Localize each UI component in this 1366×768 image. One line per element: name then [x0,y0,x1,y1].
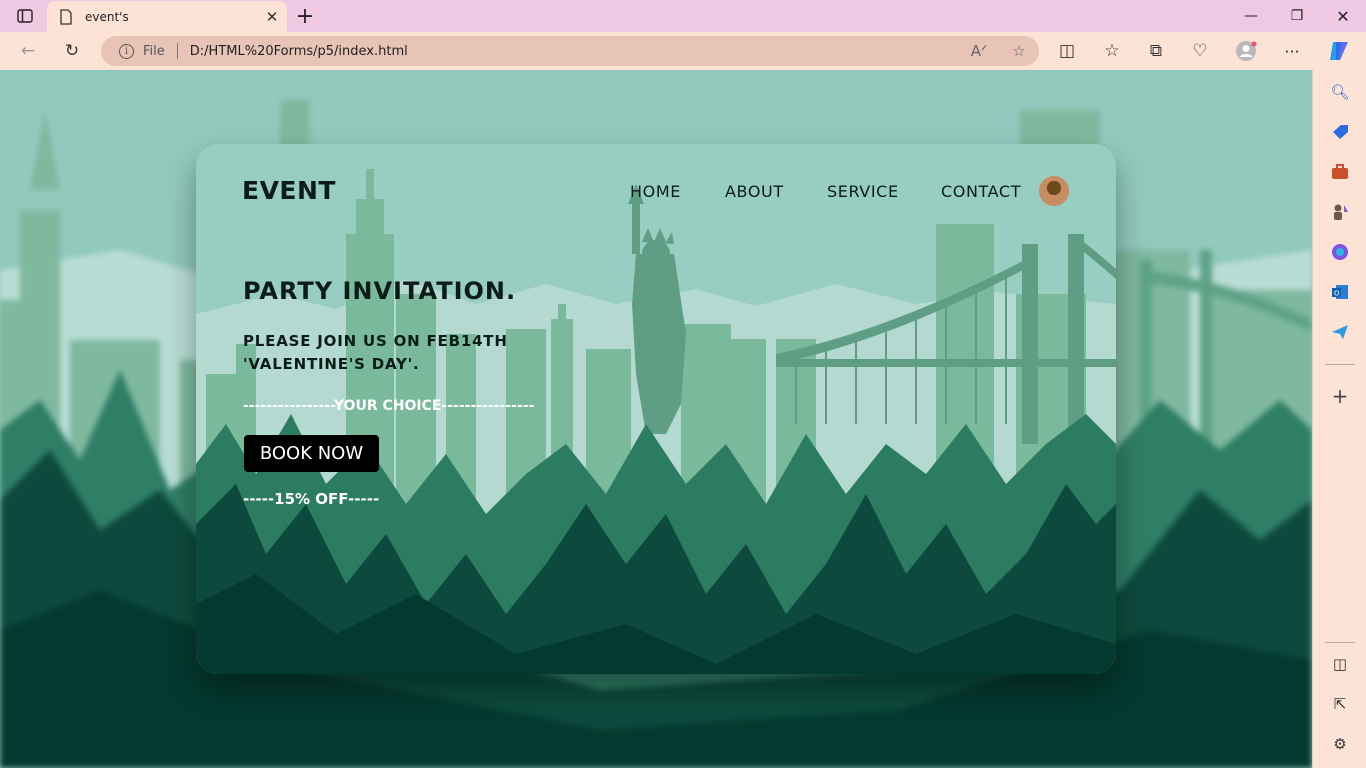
url-text[interactable]: D:/HTML%20Forms/p5/index.html [190,44,959,59]
more-menu-icon[interactable]: ··· [1277,36,1307,66]
avatar[interactable] [1039,176,1069,206]
favorite-star-icon[interactable]: ☆ [999,42,1039,60]
page-viewport: EVENT HOME ABOUT SERVICE CONTACT PARTY I… [0,70,1312,768]
sidebar-toggle-icon[interactable]: ◫ [1329,653,1351,675]
sidebar-divider [1325,642,1355,643]
tab-title: event's [85,9,129,24]
external-link-icon[interactable]: ⇱ [1329,693,1351,715]
event-card: EVENT HOME ABOUT SERVICE CONTACT PARTY I… [196,144,1116,674]
browser-toolbar: ← ↻ i File D:/HTML%20Forms/p5/index.html… [0,32,1366,70]
profile-icon[interactable] [1231,36,1261,66]
invitation-message: PLEASE JOIN US ON FEB14TH 'VALENTINE'S D… [243,332,508,373]
browser-sidebar: 🔍︎ O + ◫ ⇱ ⚙ [1312,70,1366,768]
browser-title-bar: event's ✕ + — ❐ ✕ [0,0,1366,32]
settings-gear-icon[interactable]: ⚙ [1329,733,1351,755]
restore-icon[interactable]: ❐ [1282,0,1312,32]
read-aloud-icon[interactable]: Aᐟ [959,42,999,60]
new-tab-icon[interactable]: + [290,0,320,32]
close-window-icon[interactable]: ✕ [1328,0,1358,32]
nav-about[interactable]: ABOUT [725,182,784,201]
address-bar[interactable]: i File D:/HTML%20Forms/p5/index.html Aᐟ … [101,36,1039,66]
add-icon[interactable]: + [1329,384,1351,408]
refresh-icon[interactable]: ↻ [57,36,87,66]
discount-text: -----15% OFF----- [243,490,380,508]
minimize-icon[interactable]: — [1236,0,1266,32]
microsoft-365-icon[interactable] [1329,241,1351,263]
browser-tab[interactable]: event's ✕ [47,1,287,32]
page-heading: PARTY INVITATION. [243,277,517,305]
back-icon[interactable]: ← [13,36,43,66]
split-screen-icon[interactable]: ◫ [1052,36,1082,66]
sidebar-divider [1325,364,1355,365]
choice-line: ----------------YOUR CHOICE-------------… [243,398,535,414]
tools-icon[interactable] [1329,161,1351,183]
search-icon[interactable]: 🔍︎ [1329,81,1351,103]
tab-actions-icon[interactable] [10,0,40,32]
site-logo[interactable]: EVENT [242,176,336,205]
shopping-icon[interactable] [1329,121,1351,143]
nav-service[interactable]: SERVICE [827,182,899,201]
nav-home[interactable]: HOME [630,182,681,201]
outlook-icon[interactable]: O [1329,281,1351,303]
games-icon[interactable] [1329,201,1351,223]
browser-essentials-icon[interactable]: ♡ [1185,36,1215,66]
page-icon [60,8,72,25]
address-prefix: File [143,43,165,59]
nav-contact[interactable]: CONTACT [941,182,1021,201]
collections-icon[interactable]: ⧉ [1141,36,1171,66]
close-tab-icon[interactable]: ✕ [257,8,287,26]
svg-text:O: O [1334,290,1340,298]
book-now-button[interactable]: BOOK NOW [244,435,379,472]
favorites-icon[interactable]: ☆ [1097,36,1127,66]
copilot-icon[interactable] [1324,36,1354,66]
info-icon[interactable]: i [119,43,134,59]
send-icon[interactable] [1329,321,1351,343]
address-separator [176,43,178,59]
